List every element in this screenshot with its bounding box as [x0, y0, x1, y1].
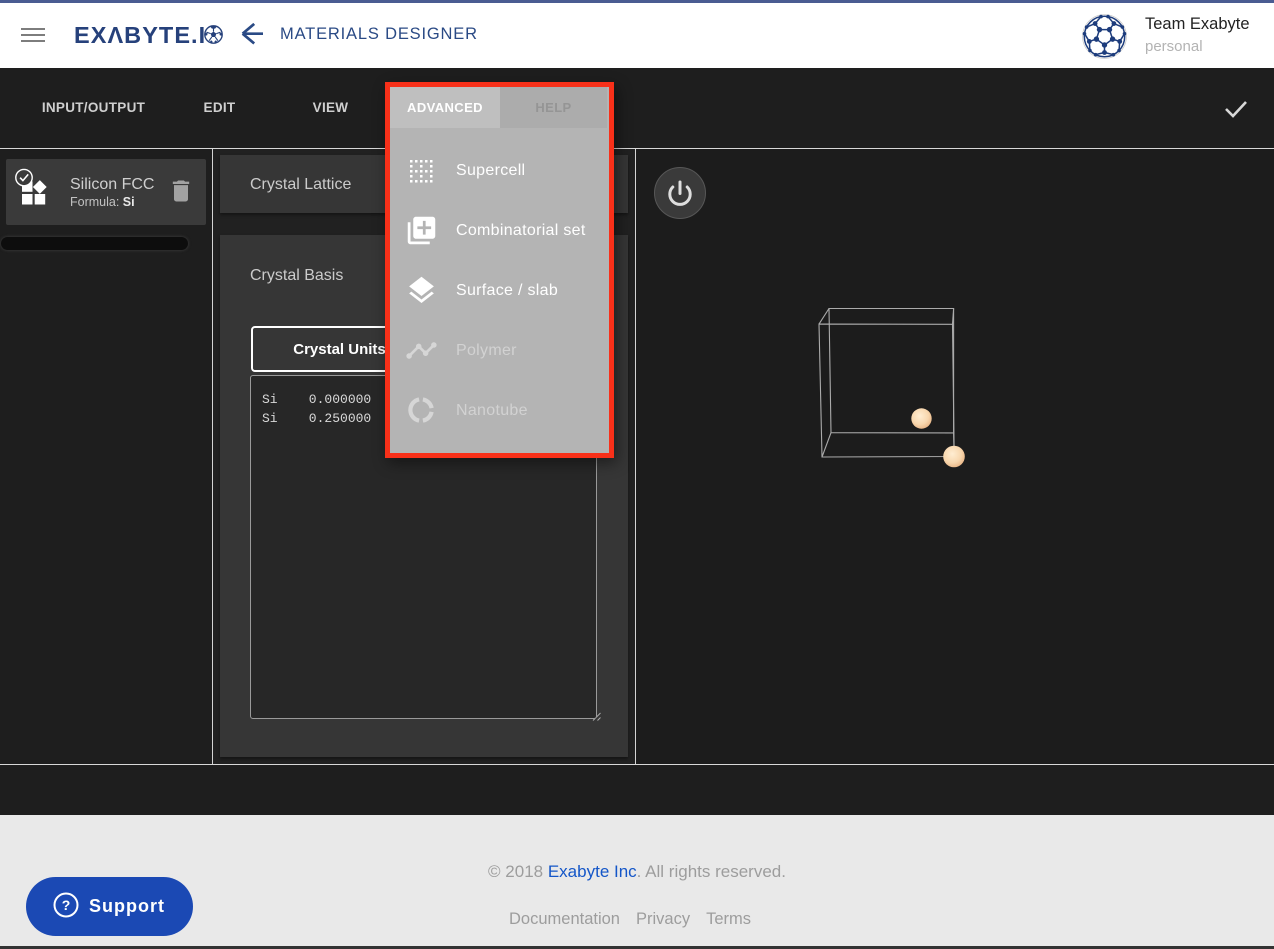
- svg-text:?: ?: [62, 897, 71, 913]
